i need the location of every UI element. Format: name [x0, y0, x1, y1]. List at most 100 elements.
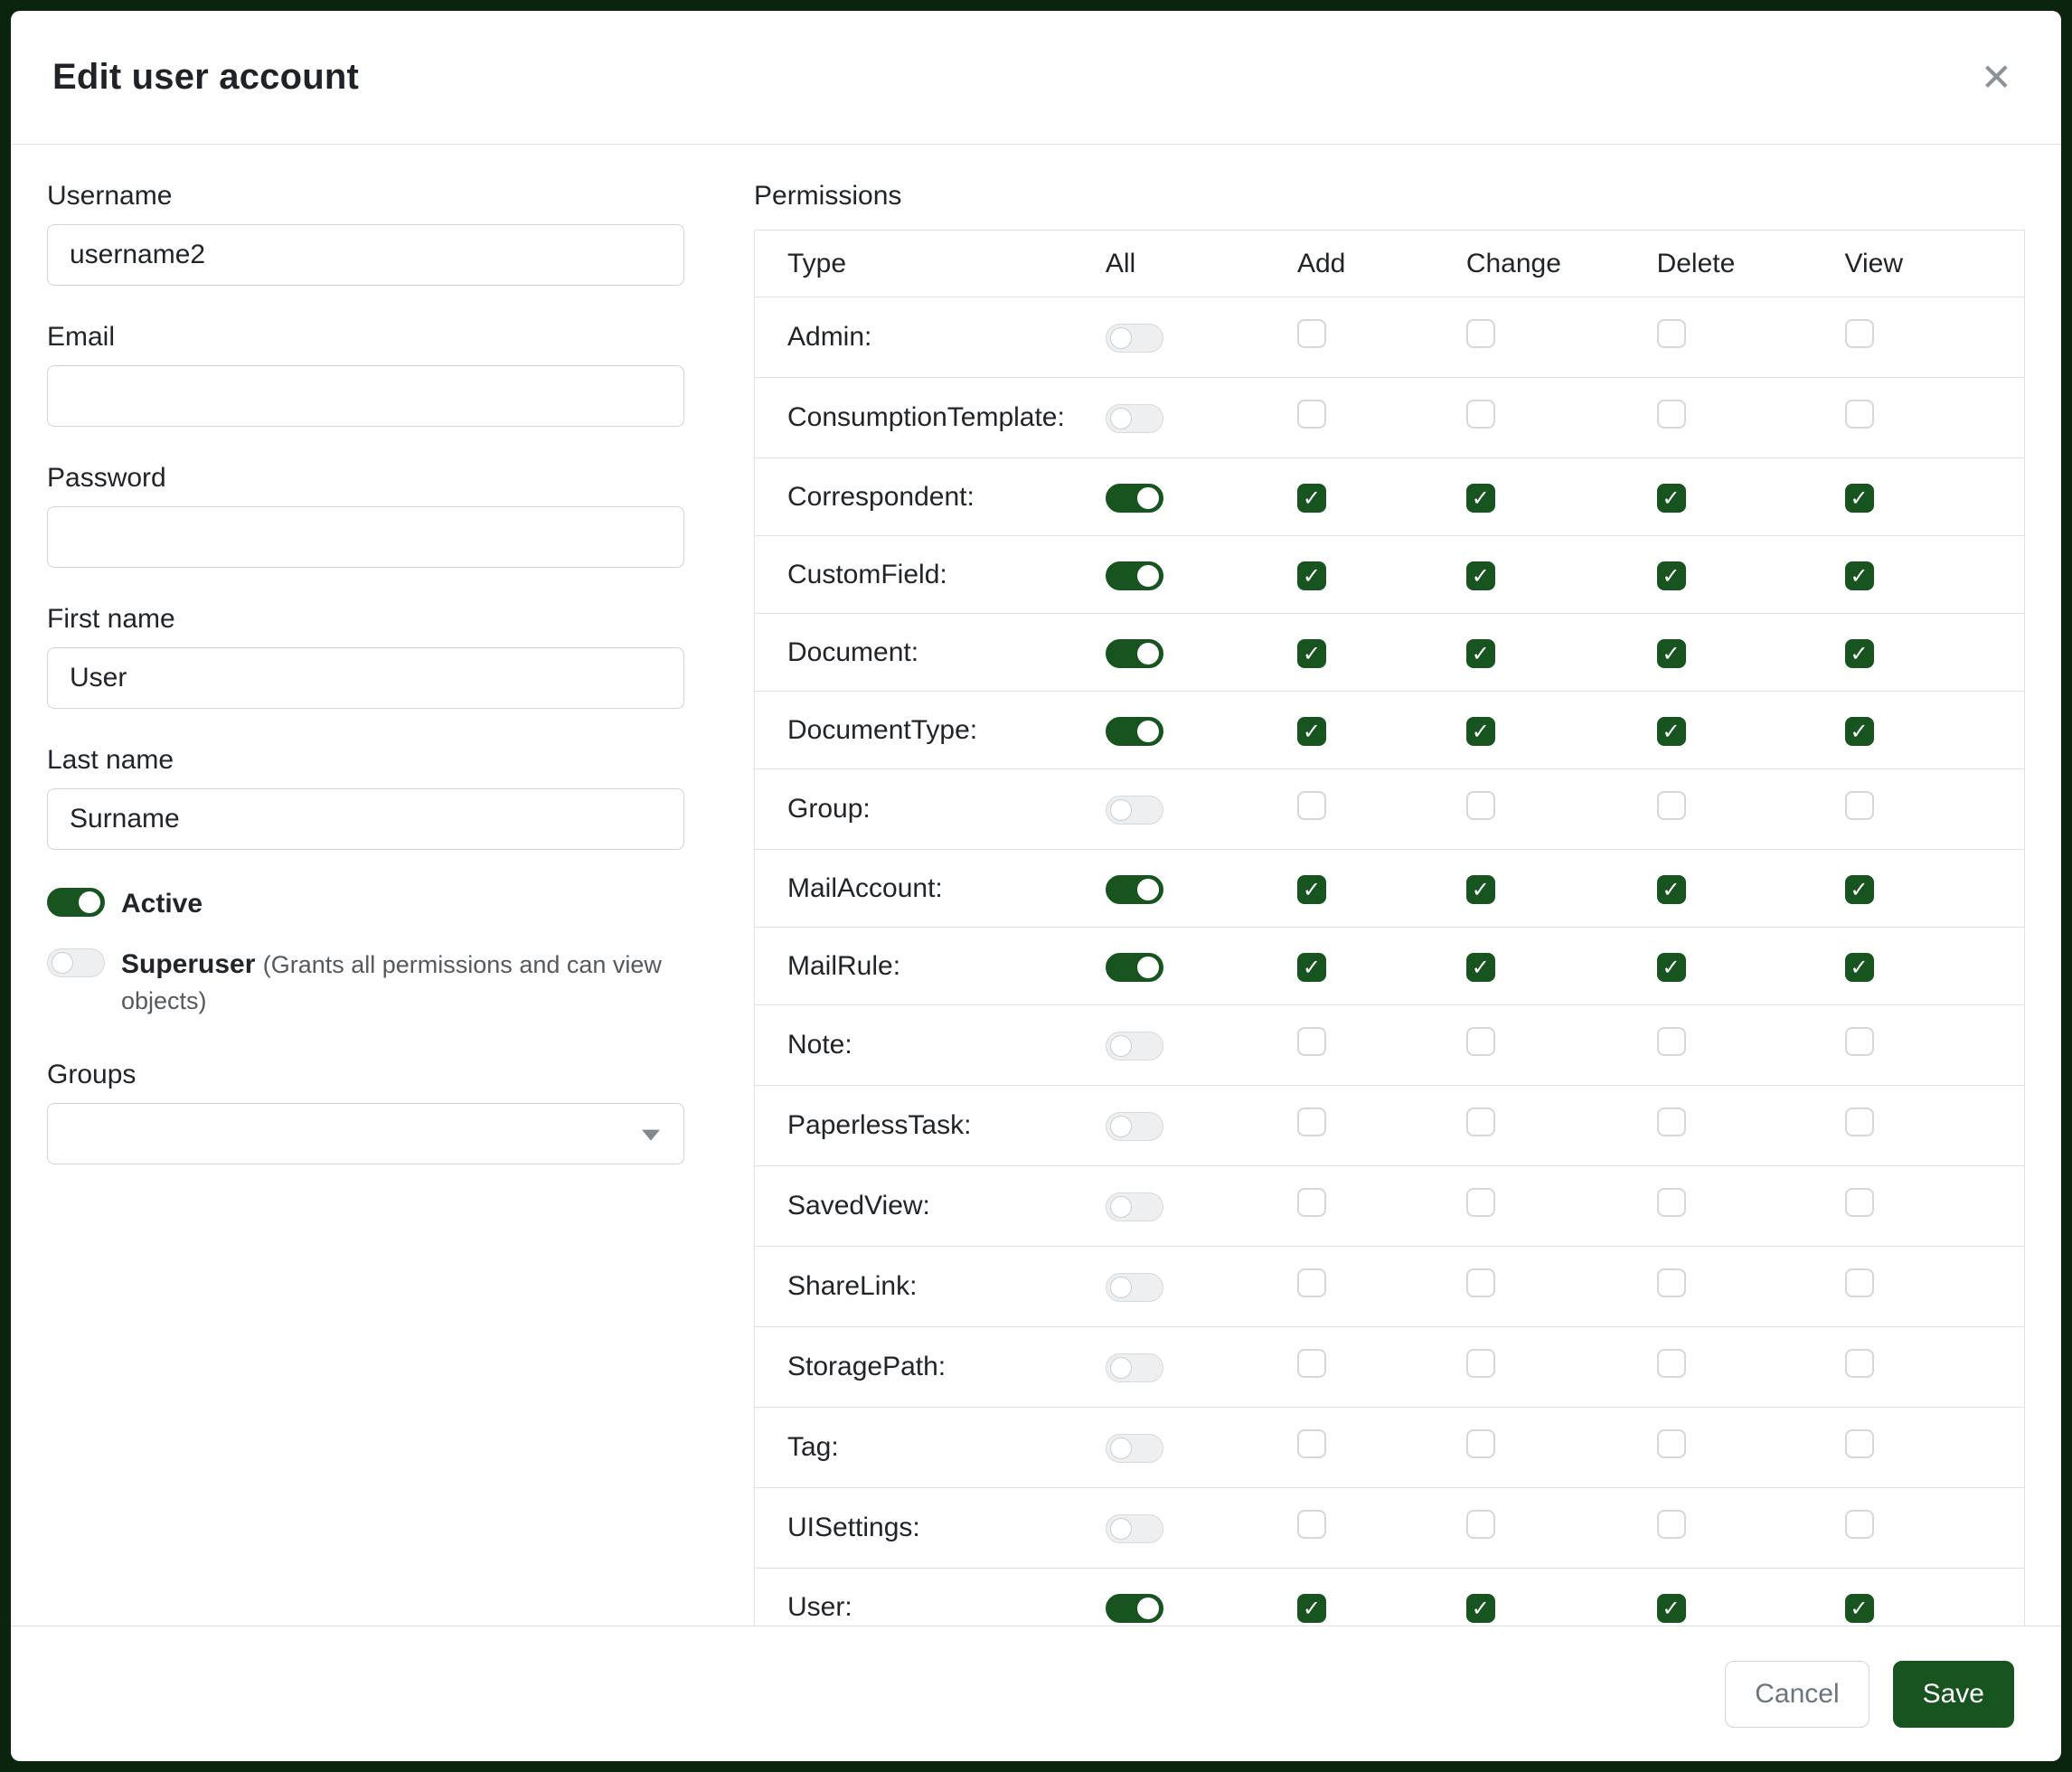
permission-all-toggle[interactable]	[1106, 1353, 1163, 1382]
permission-add-checkbox[interactable]	[1297, 1510, 1326, 1539]
permission-change-checkbox[interactable]	[1466, 319, 1495, 348]
permission-change-checkbox[interactable]	[1466, 1108, 1495, 1136]
permission-change-checkbox[interactable]	[1466, 791, 1495, 820]
close-icon[interactable]: ✕	[1973, 52, 2020, 104]
permission-all-toggle[interactable]	[1106, 324, 1163, 353]
permission-delete-checkbox[interactable]: ✓	[1657, 1594, 1686, 1623]
permission-add-checkbox[interactable]	[1297, 791, 1326, 820]
superuser-toggle[interactable]	[47, 948, 105, 977]
permission-delete-checkbox[interactable]	[1657, 1108, 1686, 1136]
permission-delete-checkbox[interactable]	[1657, 791, 1686, 820]
permission-delete-checkbox[interactable]: ✓	[1657, 875, 1686, 904]
password-group: Password	[47, 463, 709, 568]
permission-add-checkbox[interactable]	[1297, 1108, 1326, 1136]
permission-add-checkbox[interactable]: ✓	[1297, 1594, 1326, 1623]
permission-add-checkbox[interactable]: ✓	[1297, 875, 1326, 904]
permission-view-checkbox[interactable]: ✓	[1845, 875, 1874, 904]
last-name-input[interactable]	[47, 788, 684, 850]
permission-view-checkbox[interactable]	[1845, 791, 1874, 820]
permission-add-checkbox[interactable]: ✓	[1297, 484, 1326, 513]
permission-change-checkbox[interactable]: ✓	[1466, 639, 1495, 668]
permission-add-checkbox[interactable]: ✓	[1297, 639, 1326, 668]
permission-all-toggle[interactable]	[1106, 875, 1163, 904]
permission-change-checkbox[interactable]	[1466, 1349, 1495, 1378]
permission-all-toggle[interactable]	[1106, 404, 1163, 433]
username-input[interactable]	[47, 224, 684, 286]
permission-view-checkbox[interactable]	[1845, 1268, 1874, 1297]
permission-change-checkbox[interactable]: ✓	[1466, 484, 1495, 513]
permission-add-checkbox[interactable]	[1297, 1188, 1326, 1217]
permission-delete-checkbox[interactable]: ✓	[1657, 953, 1686, 982]
permission-add-checkbox[interactable]	[1297, 1349, 1326, 1378]
permission-change-checkbox[interactable]: ✓	[1466, 717, 1495, 746]
permission-all-toggle[interactable]	[1106, 1192, 1163, 1221]
permission-all-toggle[interactable]	[1106, 1434, 1163, 1463]
permission-all-toggle[interactable]	[1106, 1273, 1163, 1302]
groups-select[interactable]	[47, 1103, 684, 1164]
active-toggle[interactable]	[47, 888, 105, 917]
permission-delete-checkbox[interactable]	[1657, 1188, 1686, 1217]
permission-view-checkbox[interactable]	[1845, 319, 1874, 348]
permission-delete-checkbox[interactable]	[1657, 1268, 1686, 1297]
permission-view-checkbox[interactable]: ✓	[1845, 639, 1874, 668]
permission-type-label: Group:	[755, 769, 1091, 850]
permission-add-checkbox[interactable]	[1297, 1268, 1326, 1297]
permission-change-checkbox[interactable]: ✓	[1466, 561, 1495, 590]
permission-view-checkbox[interactable]	[1845, 1108, 1874, 1136]
permission-change-checkbox[interactable]	[1466, 1510, 1495, 1539]
cancel-button[interactable]: Cancel	[1725, 1661, 1869, 1728]
permission-delete-checkbox[interactable]	[1657, 400, 1686, 429]
permission-add-checkbox[interactable]: ✓	[1297, 953, 1326, 982]
permission-all-toggle[interactable]	[1106, 796, 1163, 825]
permission-add-checkbox[interactable]	[1297, 400, 1326, 429]
save-button[interactable]: Save	[1893, 1661, 2014, 1728]
permission-all-toggle[interactable]	[1106, 484, 1163, 513]
permission-change-checkbox[interactable]	[1466, 1429, 1495, 1458]
permission-delete-checkbox[interactable]: ✓	[1657, 639, 1686, 668]
permission-change-checkbox[interactable]	[1466, 1027, 1495, 1056]
permission-view-checkbox[interactable]: ✓	[1845, 561, 1874, 590]
permission-delete-checkbox[interactable]	[1657, 1027, 1686, 1056]
permission-view-checkbox[interactable]	[1845, 1188, 1874, 1217]
permission-view-checkbox[interactable]	[1845, 400, 1874, 429]
permission-add-checkbox[interactable]: ✓	[1297, 717, 1326, 746]
permission-add-checkbox[interactable]	[1297, 319, 1326, 348]
first-name-input[interactable]	[47, 647, 684, 709]
permission-add-checkbox[interactable]	[1297, 1429, 1326, 1458]
permission-change-checkbox[interactable]	[1466, 400, 1495, 429]
permission-row: MailRule:✓✓✓✓	[755, 928, 2025, 1005]
password-input[interactable]	[47, 506, 684, 568]
permission-all-toggle[interactable]	[1106, 1032, 1163, 1060]
permission-change-checkbox[interactable]: ✓	[1466, 1594, 1495, 1623]
permission-view-checkbox[interactable]	[1845, 1349, 1874, 1378]
permission-delete-checkbox[interactable]: ✓	[1657, 717, 1686, 746]
permission-delete-checkbox[interactable]	[1657, 1429, 1686, 1458]
permission-view-checkbox[interactable]	[1845, 1429, 1874, 1458]
permission-view-checkbox[interactable]: ✓	[1845, 1594, 1874, 1623]
permission-view-checkbox[interactable]: ✓	[1845, 717, 1874, 746]
toggle-knob	[1137, 487, 1159, 509]
permission-delete-checkbox[interactable]	[1657, 1349, 1686, 1378]
permission-add-checkbox[interactable]	[1297, 1027, 1326, 1056]
permission-change-checkbox[interactable]: ✓	[1466, 875, 1495, 904]
permission-change-checkbox[interactable]	[1466, 1188, 1495, 1217]
permission-all-toggle[interactable]	[1106, 1112, 1163, 1141]
permission-all-toggle[interactable]	[1106, 561, 1163, 590]
permission-all-toggle[interactable]	[1106, 1514, 1163, 1543]
permission-all-toggle[interactable]	[1106, 1594, 1163, 1623]
permission-all-toggle[interactable]	[1106, 953, 1163, 982]
permission-view-checkbox[interactable]: ✓	[1845, 484, 1874, 513]
permission-view-checkbox[interactable]: ✓	[1845, 953, 1874, 982]
permission-view-checkbox[interactable]	[1845, 1027, 1874, 1056]
email-input[interactable]	[47, 365, 684, 427]
permission-add-checkbox[interactable]: ✓	[1297, 561, 1326, 590]
permission-delete-checkbox[interactable]: ✓	[1657, 484, 1686, 513]
permission-delete-checkbox[interactable]: ✓	[1657, 561, 1686, 590]
permission-delete-checkbox[interactable]	[1657, 1510, 1686, 1539]
permission-all-toggle[interactable]	[1106, 639, 1163, 668]
permission-change-checkbox[interactable]: ✓	[1466, 953, 1495, 982]
permission-change-checkbox[interactable]	[1466, 1268, 1495, 1297]
permission-view-checkbox[interactable]	[1845, 1510, 1874, 1539]
permission-delete-checkbox[interactable]	[1657, 319, 1686, 348]
permission-all-toggle[interactable]	[1106, 717, 1163, 746]
